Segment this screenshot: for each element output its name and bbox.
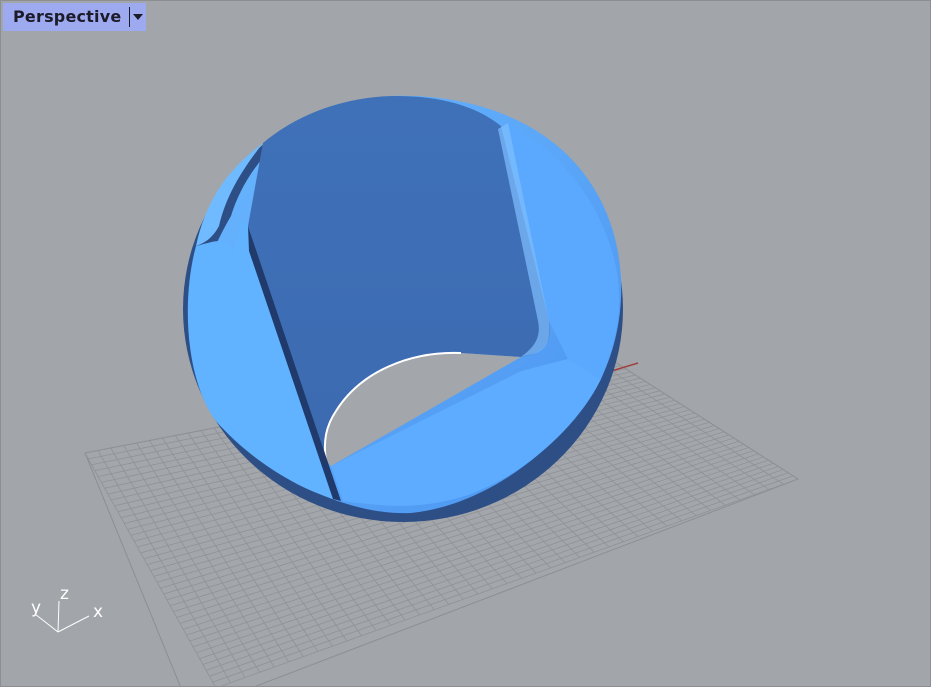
axis-y-label: y: [31, 598, 41, 618]
sphere-model[interactable]: [183, 95, 623, 522]
viewport-title-tab[interactable]: Perspective: [3, 3, 147, 31]
3d-scene[interactable]: x y z: [1, 1, 931, 687]
axis-z-label: z: [60, 584, 69, 604]
axis-triad-widget: x y z: [31, 584, 103, 633]
chevron-down-icon[interactable]: [130, 3, 146, 31]
perspective-viewport[interactable]: Perspective x y z: [0, 0, 931, 687]
viewport-title[interactable]: Perspective: [3, 3, 129, 31]
axis-x-label: x: [93, 602, 103, 622]
